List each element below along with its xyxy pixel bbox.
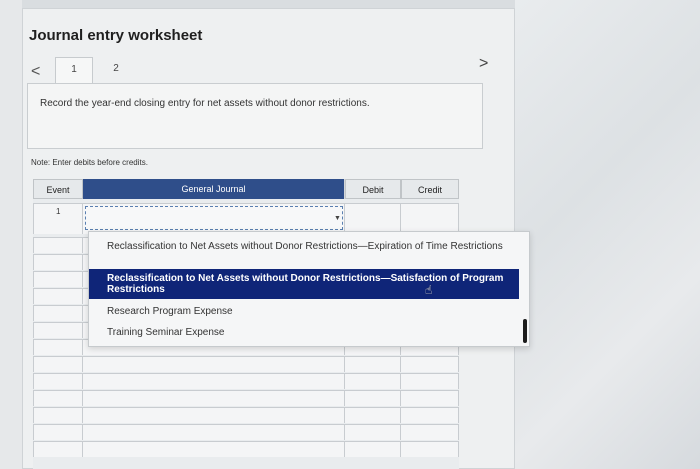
- table-row: [33, 424, 459, 440]
- instruction-text: Record the year-end closing entry for ne…: [40, 98, 370, 109]
- debit-input[interactable]: [345, 425, 401, 440]
- worksheet-title: Journal entry worksheet: [29, 27, 203, 44]
- page-background-right: [515, 0, 700, 469]
- header-general-journal: General Journal: [83, 179, 345, 199]
- event-cell[interactable]: [33, 289, 83, 304]
- credit-input[interactable]: [401, 425, 459, 440]
- event-cell[interactable]: [33, 323, 83, 338]
- table-row: [33, 441, 459, 457]
- page-margin-left: [0, 0, 22, 469]
- hand-cursor-icon: ☝: [425, 283, 433, 297]
- event-cell[interactable]: [33, 425, 83, 440]
- credit-input[interactable]: [401, 204, 459, 234]
- table-header: Event General Journal Debit Credit: [33, 179, 459, 199]
- journal-cell[interactable]: [83, 442, 345, 457]
- table-row: [33, 356, 459, 372]
- event-cell[interactable]: [33, 374, 83, 389]
- table-row: [33, 407, 459, 423]
- event-cell[interactable]: [33, 306, 83, 321]
- table-row: [33, 373, 459, 389]
- dropdown-option-highlighted[interactable]: Reclassification to Net Assets without D…: [89, 269, 519, 299]
- table-row: [33, 390, 459, 406]
- event-cell[interactable]: [33, 340, 83, 355]
- account-dropdown-list: Reclassification to Net Assets without D…: [88, 231, 530, 347]
- account-select[interactable]: ▼: [85, 206, 343, 230]
- debit-input[interactable]: [345, 204, 401, 234]
- debit-input[interactable]: [345, 442, 401, 457]
- event-number: 1: [56, 207, 61, 216]
- note-text: Note: Enter debits before credits.: [31, 158, 148, 167]
- debit-input[interactable]: [345, 374, 401, 389]
- dropdown-option[interactable]: Training Seminar Expense: [89, 327, 519, 338]
- debit-input[interactable]: [345, 357, 401, 372]
- journal-cell[interactable]: [83, 391, 345, 406]
- prev-arrow-icon[interactable]: <: [31, 63, 40, 81]
- journal-cell[interactable]: [83, 408, 345, 423]
- credit-input[interactable]: [401, 408, 459, 423]
- event-cell: 1: [33, 204, 83, 234]
- credit-input[interactable]: [401, 442, 459, 457]
- event-cell[interactable]: [33, 357, 83, 372]
- instruction-box: Record the year-end closing entry for ne…: [27, 83, 483, 149]
- event-cell[interactable]: [33, 272, 83, 287]
- header-credit: Credit: [401, 179, 459, 199]
- dropdown-option[interactable]: Research Program Expense: [89, 306, 519, 317]
- credit-input[interactable]: [401, 357, 459, 372]
- event-cell[interactable]: [33, 442, 83, 457]
- event-cell[interactable]: [33, 408, 83, 423]
- debit-input[interactable]: [345, 391, 401, 406]
- chevron-down-icon[interactable]: ▼: [334, 215, 341, 222]
- journal-cell[interactable]: [83, 357, 345, 372]
- dropdown-option[interactable]: Reclassification to Net Assets without D…: [89, 241, 519, 252]
- journal-cell[interactable]: [83, 425, 345, 440]
- next-arrow-icon[interactable]: >: [479, 55, 488, 73]
- event-cell[interactable]: [33, 238, 83, 253]
- dropdown-scrollbar[interactable]: [523, 319, 527, 343]
- event-cell[interactable]: [33, 391, 83, 406]
- event-cell[interactable]: [33, 255, 83, 270]
- credit-input[interactable]: [401, 374, 459, 389]
- header-event: Event: [33, 179, 83, 199]
- header-debit: Debit: [345, 179, 401, 199]
- debit-input[interactable]: [345, 408, 401, 423]
- credit-input[interactable]: [401, 391, 459, 406]
- journal-cell[interactable]: [83, 374, 345, 389]
